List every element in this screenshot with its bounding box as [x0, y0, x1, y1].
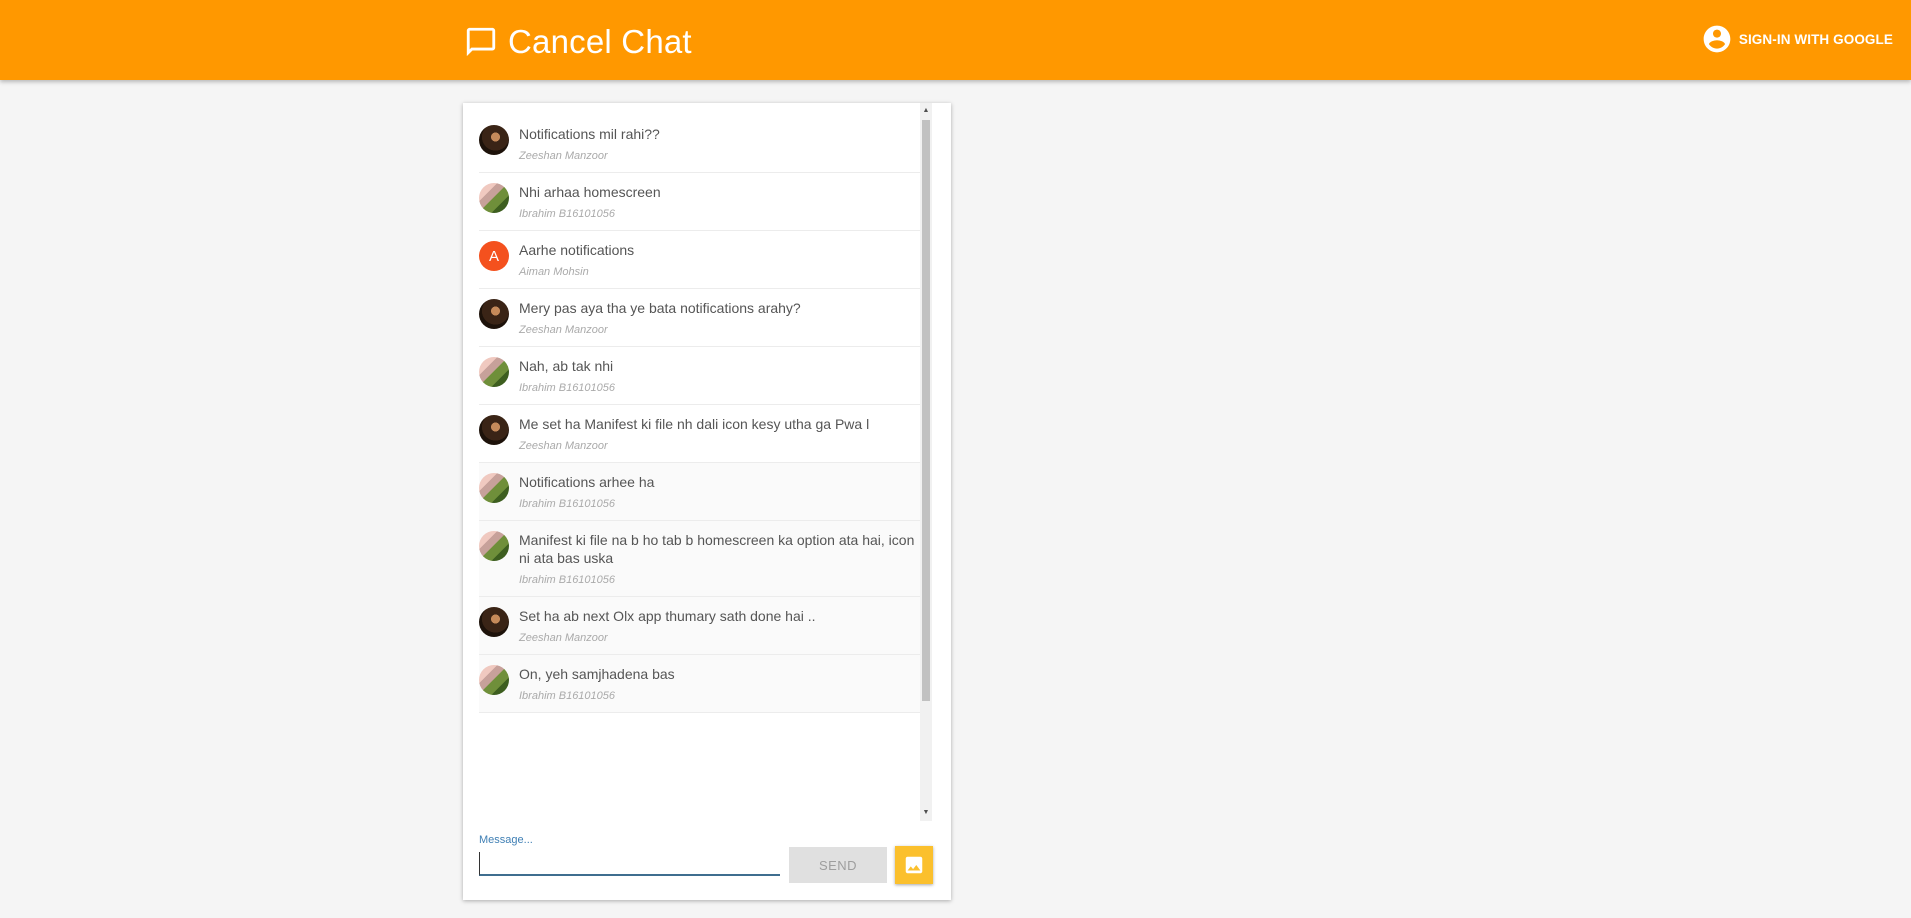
message-item: Set ha ab next Olx app thumary sath done…: [479, 597, 929, 655]
app-title: Cancel Chat: [464, 20, 692, 64]
message-item: A Aarhe notifications Aiman Mohsin: [479, 231, 929, 289]
message-author: Ibrahim B16101056: [519, 498, 616, 510]
message-item: On, yeh samjhadena bas Ibrahim B16101056: [479, 655, 929, 713]
avatar: [479, 299, 509, 329]
message-author: Zeeshan Manzoor: [519, 150, 608, 162]
message-label: Message...: [479, 834, 533, 846]
message-text: On, yeh samjhadena bas: [519, 666, 675, 682]
message-form: Message... SEND: [479, 832, 939, 892]
message-text: Nhi arhaa homescreen: [519, 184, 661, 200]
avatar: [479, 125, 509, 155]
message-author: Ibrahim B16101056: [519, 382, 616, 394]
sign-in-label: SIGN-IN WITH GOOGLE: [1738, 31, 1893, 47]
message-author: Ibrahim B16101056: [519, 574, 616, 586]
avatar: [479, 531, 509, 561]
message-item: Nah, ab tak nhi Ibrahim B16101056: [479, 347, 929, 405]
message-text: Notifications mil rahi??: [519, 126, 660, 142]
avatar: [479, 183, 509, 213]
avatar: [479, 607, 509, 637]
upload-image-button[interactable]: [895, 846, 933, 884]
app-title-text: Cancel Chat: [508, 23, 692, 60]
avatar: [479, 415, 509, 445]
message-text: Aarhe notifications: [519, 242, 635, 258]
app-header: Cancel Chat SIGN-IN WITH GOOGLE: [0, 0, 1911, 80]
message-author: Zeeshan Manzoor: [519, 324, 608, 336]
message-item: Me set ha Manifest ki file nh dali icon …: [479, 405, 929, 463]
message-author: Zeeshan Manzoor: [519, 632, 608, 644]
avatar: A: [479, 241, 509, 271]
avatar: [479, 665, 509, 695]
message-item: Notifications arhee ha Ibrahim B16101056: [479, 463, 929, 521]
scroll-thumb[interactable]: [922, 120, 930, 701]
chat-card: Notifications mil rahi?? Zeeshan Manzoor…: [463, 103, 951, 900]
message-text: Me set ha Manifest ki file nh dali icon …: [519, 416, 870, 432]
message-input[interactable]: [479, 852, 780, 876]
message-item: Mery pas aya tha ye bata notifications a…: [479, 289, 929, 347]
avatar: [479, 357, 509, 387]
chat-icon: [466, 27, 496, 57]
message-text: Mery pas aya tha ye bata notifications a…: [519, 300, 801, 316]
message-list-scrollbar[interactable]: ▲ ▼: [920, 103, 932, 821]
message-item: Notifications mil rahi?? Zeeshan Manzoor: [479, 115, 929, 173]
message-text: Manifest ki file na b ho tab b homescree…: [519, 532, 915, 566]
message-list[interactable]: Notifications mil rahi?? Zeeshan Manzoor…: [479, 115, 929, 812]
message-text: Set ha ab next Olx app thumary sath done…: [519, 608, 816, 624]
account-circle-icon: [1703, 25, 1731, 53]
image-icon: [905, 856, 923, 874]
message-item: Nhi arhaa homescreen Ibrahim B16101056: [479, 173, 929, 231]
scroll-up-arrow-icon[interactable]: ▲: [920, 103, 932, 119]
message-item: Manifest ki file na b ho tab b homescree…: [479, 521, 929, 597]
avatar: [479, 473, 509, 503]
message-author: Aiman Mohsin: [519, 266, 589, 278]
message-text: Nah, ab tak nhi: [519, 358, 614, 374]
message-author: Ibrahim B16101056: [519, 690, 616, 702]
send-button[interactable]: SEND: [789, 847, 887, 883]
message-author: Ibrahim B16101056: [519, 208, 616, 220]
scroll-down-arrow-icon[interactable]: ▼: [920, 805, 932, 821]
sign-in-google-button[interactable]: SIGN-IN WITH GOOGLE: [1701, 21, 1893, 57]
message-text: Notifications arhee ha: [519, 474, 655, 490]
message-author: Zeeshan Manzoor: [519, 440, 608, 452]
